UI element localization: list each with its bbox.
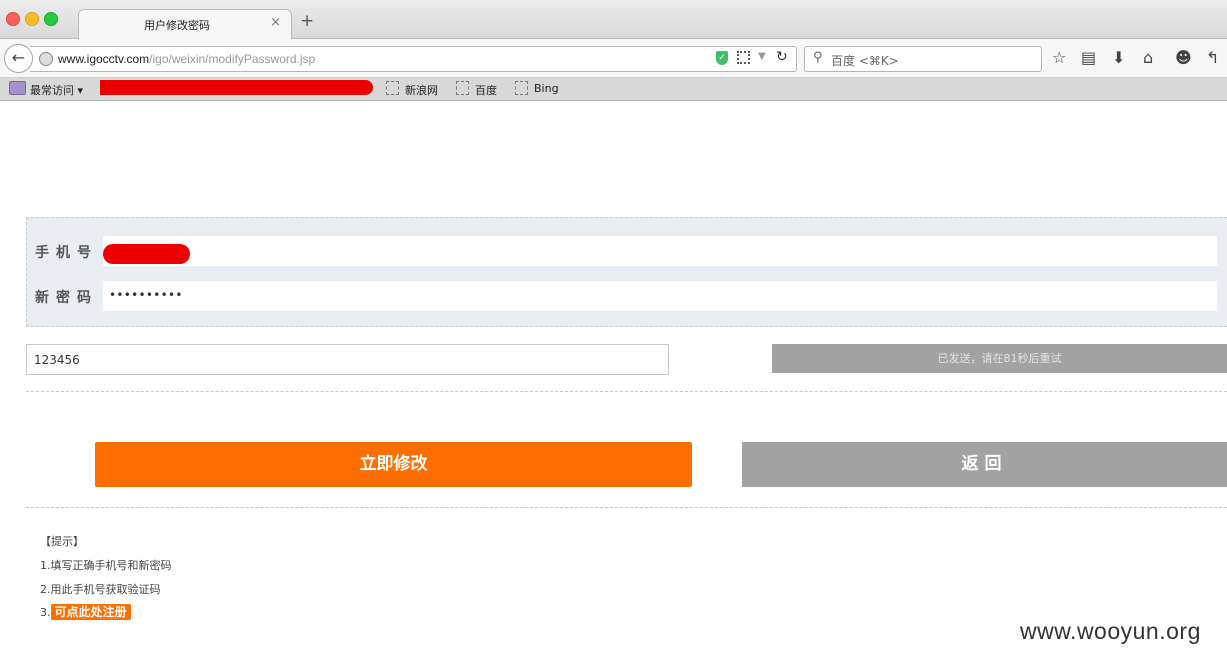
password-input[interactable]: •••••••••• [103,281,1217,311]
back-page-button[interactable]: 返回 [742,442,1227,487]
minimize-window-button[interactable] [25,12,39,26]
url-text[interactable]: www.igocctv.com/igo/weixin/modifyPasswor… [58,52,315,66]
verification-code-input[interactable]: 123456 [26,344,669,375]
zoom-window-button[interactable] [44,12,58,26]
bookmark-sina[interactable]: 新浪网 [405,82,438,98]
tip-line-1: 1.填写正确手机号和新密码 [40,559,172,572]
register-link[interactable]: 可点此处注册 [50,604,131,620]
browser-tab[interactable]: 用户修改密码 × [78,9,292,40]
url-host: www.igocctv.com [58,52,150,66]
submit-button[interactable]: 立即修改 [95,442,692,487]
page-icon [456,81,469,95]
share-icon[interactable]: ↰ [1206,49,1219,67]
tip-line-3: 3. 可点此处注册 [40,603,131,620]
phone-label: 手机号 [35,245,98,261]
search-bar[interactable]: ⚲ 百度 <⌘K> [804,46,1042,72]
bookmark-star-icon[interactable]: ☆ [1052,49,1066,67]
tip-line-2: 2.用此手机号获取验证码 [40,583,161,596]
password-value: •••••••••• [109,288,183,302]
close-window-button[interactable] [6,12,20,26]
download-icon[interactable]: ⬇ [1112,49,1125,67]
reading-list-icon[interactable]: ▤ [1081,49,1096,67]
url-bar[interactable]: www.igocctv.com/igo/weixin/modifyPasswor… [30,46,797,72]
watermark: www.wooyun.org [1020,618,1201,644]
tab-title: 用户修改密码 [144,19,210,32]
search-placeholder: 百度 <⌘K> [831,54,899,68]
password-label: 新密码 [35,290,98,306]
divider [26,507,1227,508]
redaction-mark [100,80,373,95]
tab-bar: 用户修改密码 × + [0,0,1227,40]
verification-code-value: 123456 [34,353,80,367]
tips-title: 【提示】 [40,535,84,548]
send-code-button[interactable]: 已发送，请在81秒后重试 [772,344,1227,373]
nav-bar: www.igocctv.com/igo/weixin/modifyPasswor… [0,39,1227,78]
home-icon[interactable]: ⌂ [1143,49,1153,67]
page-icon [386,81,399,95]
bookmark-bing[interactable]: Bing [534,82,559,95]
page-icon [515,81,528,95]
bookmark-baidu[interactable]: 百度 [475,82,497,98]
phone-input[interactable] [103,236,1217,266]
redaction-mark [103,244,190,264]
tip-line-3-prefix: 3. [40,606,51,619]
divider [26,391,1227,392]
url-dropdown-icon[interactable]: ▼ [758,51,766,62]
globe-icon [39,52,53,66]
new-tab-button[interactable]: + [300,13,314,30]
search-icon: ⚲ [813,50,823,65]
form-box: 手机号 新密码 •••••••••• [26,217,1227,327]
shield-icon[interactable]: ✓ [716,51,728,65]
url-path: /igo/weixin/modifyPassword.jsp [149,52,316,66]
qr-code-icon[interactable] [737,51,750,64]
chat-icon[interactable]: ☻ [1175,49,1192,67]
bookmark-most-visited[interactable]: 最常访问 ▾ [30,82,83,98]
back-arrow-icon: ← [11,48,26,67]
bookmark-label: 最常访问 [30,84,74,97]
tab-close-icon[interactable]: × [270,15,281,30]
folder-icon [9,81,26,95]
reload-icon[interactable]: ↻ [776,49,788,65]
back-button[interactable]: ← [4,44,33,73]
